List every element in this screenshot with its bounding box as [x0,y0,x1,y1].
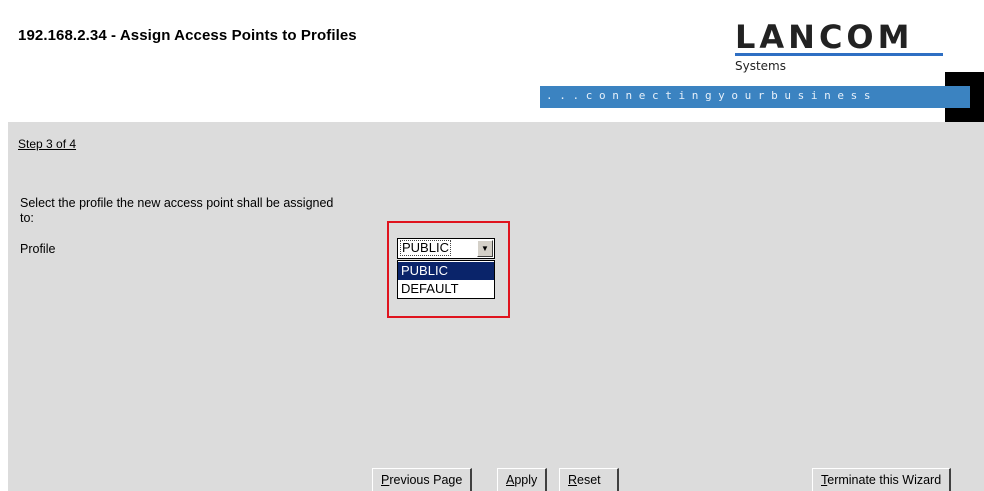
profile-select[interactable]: PUBLIC ▼ [397,238,495,259]
reset-mnemonic: R [568,473,578,487]
wizard-footer: Previous Page Apply Reset Terminate this… [8,466,984,491]
profile-option-default[interactable]: DEFAULT [398,280,494,298]
chevron-down-icon[interactable]: ▼ [477,240,493,257]
page-title: 192.168.2.34 - Assign Access Points to P… [18,27,357,44]
wizard-content: Step 3 of 4 Select the profile the new a… [8,122,984,466]
previous-page-button[interactable]: Previous Page [372,468,473,491]
profile-label: Profile [20,242,56,256]
reset-button[interactable]: Reset [559,468,619,491]
profile-select-value: PUBLIC [400,240,451,256]
step-indicator: Step 3 of 4 [18,137,77,151]
profile-option-public[interactable]: PUBLIC [398,262,494,280]
terminate-label: erminate this Wizard [827,473,942,487]
terminate-wizard-button[interactable]: Terminate this Wizard [812,468,952,491]
previous-page-label: revious Page [389,473,463,487]
reset-label: eset [577,473,601,487]
logo-subtitle: Systems [735,59,786,73]
lancom-logo: LANCOM Systems [735,20,950,80]
tagline-bar: . . . c o n n e c t i n g y o u r b u s … [540,86,970,108]
apply-label: pply [514,473,538,487]
logo-wordmark: LANCOM [735,18,914,56]
apply-button[interactable]: Apply [497,468,548,491]
instruction-text: Select the profile the new access point … [20,196,334,225]
logo-underline [735,53,943,56]
tagline-text: . . . c o n n e c t i n g y o u r b u s … [546,89,871,102]
profile-dropdown-list: PUBLIC DEFAULT [397,260,495,299]
